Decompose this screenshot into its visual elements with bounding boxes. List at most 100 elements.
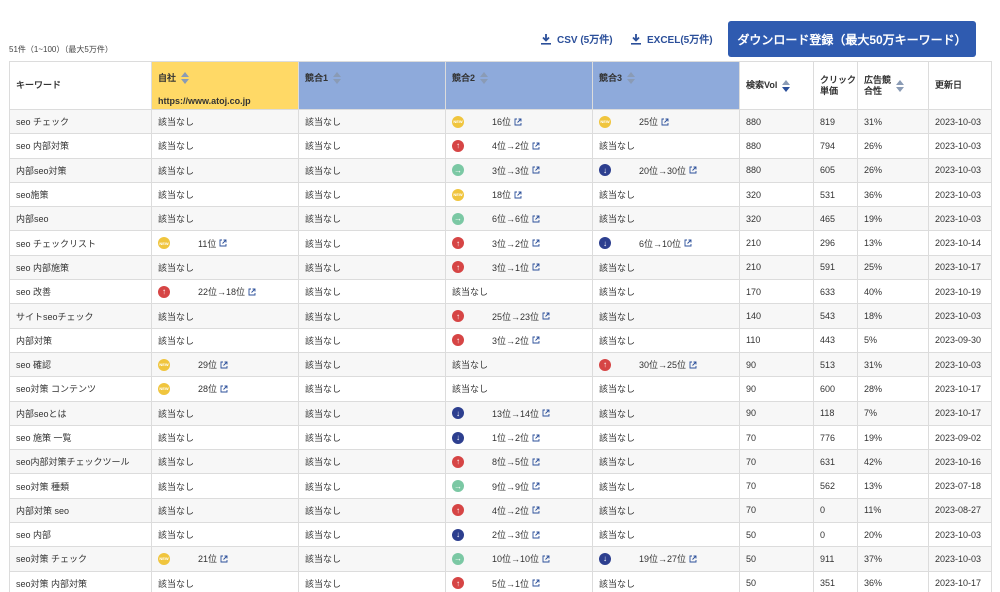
- header-volume[interactable]: 検索Vol: [739, 61, 814, 110]
- external-link-icon[interactable]: [532, 579, 540, 587]
- comp2-rank-cell: ↓ 2位→3位: [445, 522, 593, 548]
- external-link-icon[interactable]: [542, 312, 550, 320]
- comp3-rank-cell: 該当なし: [592, 181, 740, 208]
- external-link-icon[interactable]: [684, 239, 692, 247]
- header-comp1[interactable]: 競合1: [298, 61, 446, 110]
- external-link-icon[interactable]: [532, 458, 540, 466]
- comp1-rank-cell: 該当なし: [298, 327, 446, 353]
- header-comp2[interactable]: 競合2: [445, 61, 593, 110]
- self-rank-cell: 該当なし: [151, 449, 299, 475]
- cpc-cell: 631: [813, 449, 858, 475]
- rank-value: ↑ 30位→25位: [599, 358, 733, 371]
- external-link-icon[interactable]: [532, 482, 540, 490]
- keyword-cell: seo 内部: [9, 522, 152, 548]
- comp2-rank-cell: 該当なし: [445, 351, 593, 378]
- updated-date-cell: 2023-10-17: [928, 400, 992, 426]
- external-link-icon[interactable]: [532, 142, 540, 150]
- comp1-rank-cell: 該当なし: [298, 133, 446, 159]
- external-link-icon[interactable]: [532, 434, 540, 442]
- table-row: seo対策 チェック NEW 21位 該当なし → 10位→10位 ↓ 19位→27位 50 91…: [9, 546, 992, 572]
- csv-download-link[interactable]: CSV (5万件): [540, 31, 613, 46]
- cpc-cell: 513: [813, 351, 858, 378]
- volume-cell: 210: [739, 254, 814, 281]
- sort-icon[interactable]: [181, 72, 190, 84]
- keyword-cell: seo 内部施策: [9, 254, 152, 281]
- cpc-cell: 531: [813, 181, 858, 208]
- table-row: seo内部対策チェックツール 該当なし 該当なし ↑ 8位→5位 該当なし 70 631 42%…: [9, 449, 992, 475]
- sort-icon[interactable]: [627, 72, 636, 84]
- self-rank-cell: NEW 21位: [151, 546, 299, 572]
- rank-up-icon: ↑: [452, 455, 464, 468]
- comp3-rank-cell: 該当なし: [592, 279, 740, 305]
- external-link-icon[interactable]: [532, 166, 540, 174]
- header-competition[interactable]: 広告競 合性: [857, 61, 929, 110]
- download-register-button[interactable]: ダウンロード登録（最大50万キーワード）: [728, 21, 976, 57]
- external-link-icon[interactable]: [542, 409, 550, 417]
- competition-cell: 36%: [857, 181, 929, 208]
- rank-same-icon: →: [452, 212, 464, 225]
- rank-down-icon: ↓: [599, 552, 611, 565]
- comp1-rank-cell: 該当なし: [298, 351, 446, 378]
- sort-desc-icon[interactable]: [782, 79, 791, 92]
- cpc-cell: 543: [813, 303, 858, 329]
- external-link-icon[interactable]: [532, 263, 540, 271]
- external-link-icon[interactable]: [661, 118, 669, 126]
- external-link-icon[interactable]: [542, 555, 550, 563]
- external-link-icon[interactable]: [220, 361, 228, 369]
- external-link-icon[interactable]: [689, 361, 697, 369]
- competition-cell: 31%: [857, 351, 929, 378]
- rank-value: ↑ 4位→2位: [452, 139, 586, 152]
- keyword-cell: seo 内部対策: [9, 133, 152, 159]
- external-link-icon[interactable]: [532, 531, 540, 539]
- volume-cell: 880: [739, 157, 814, 183]
- rank-up-icon: ↑: [452, 577, 464, 590]
- external-link-icon[interactable]: [532, 215, 540, 223]
- download-icon: [631, 33, 641, 45]
- volume-cell: 90: [739, 351, 814, 378]
- comp3-rank-cell: ↑ 30位→25位: [592, 351, 740, 378]
- rank-text: 6位→6位: [492, 214, 530, 225]
- competition-cell: 40%: [857, 279, 929, 305]
- external-link-icon[interactable]: [248, 288, 256, 296]
- rank-up-icon: ↑: [599, 358, 611, 371]
- external-link-icon[interactable]: [220, 385, 228, 393]
- sort-icon[interactable]: [896, 79, 905, 92]
- external-link-icon[interactable]: [532, 239, 540, 247]
- comp3-rank-cell: 該当なし: [592, 449, 740, 475]
- header-self[interactable]: 自社 https://www.atoj.co.jp: [151, 61, 299, 110]
- table-row: 内部seo対策 該当なし 該当なし → 3位→3位 ↓ 20位→30位 880 605 26% 20…: [9, 157, 992, 183]
- self-rank-cell: NEW 11位: [151, 230, 299, 256]
- rank-up-icon: ↑: [452, 310, 464, 323]
- comp3-rank-cell: 該当なし: [592, 327, 740, 353]
- rank-up-icon: ↑: [452, 237, 464, 250]
- cpc-cell: 562: [813, 473, 858, 499]
- cpc-cell: 605: [813, 157, 858, 183]
- comp2-rank-cell: ↑ 3位→1位: [445, 254, 593, 281]
- excel-download-link[interactable]: EXCEL(5万件): [630, 31, 713, 46]
- external-link-icon[interactable]: [689, 555, 697, 563]
- external-link-icon[interactable]: [514, 118, 522, 126]
- external-link-icon[interactable]: [532, 336, 540, 344]
- comp3-rank-cell: 該当なし: [592, 376, 740, 402]
- table-row: 内部seoとは 該当なし 該当なし ↓ 13位→14位 該当なし 90 118 7% 2023-1…: [9, 400, 992, 426]
- keyword-cell: seo 確認: [9, 351, 152, 378]
- comp2-rank-cell: 該当なし: [445, 376, 593, 402]
- header-cpc[interactable]: クリック 単価: [813, 61, 858, 110]
- external-link-icon[interactable]: [532, 506, 540, 514]
- comp3-rank-cell: 該当なし: [592, 133, 740, 159]
- rank-text: 29位: [198, 360, 218, 371]
- header-comp3[interactable]: 競合3: [592, 61, 740, 110]
- external-link-icon[interactable]: [219, 239, 227, 247]
- header-updated: 更新日: [928, 61, 992, 110]
- new-rank-icon: NEW: [158, 358, 170, 371]
- external-link-icon[interactable]: [220, 555, 228, 563]
- external-link-icon[interactable]: [689, 166, 697, 174]
- external-link-icon[interactable]: [514, 191, 522, 199]
- comp2-rank-cell: ↑ 3位→2位: [445, 327, 593, 353]
- comp3-rank-cell: 該当なし: [592, 254, 740, 281]
- header-self-label: 自社: [158, 72, 177, 83]
- rank-value: ↑ 8位→5位: [452, 455, 586, 468]
- sort-icon[interactable]: [480, 72, 489, 84]
- rank-down-icon: ↓: [452, 431, 464, 444]
- sort-icon[interactable]: [333, 72, 342, 84]
